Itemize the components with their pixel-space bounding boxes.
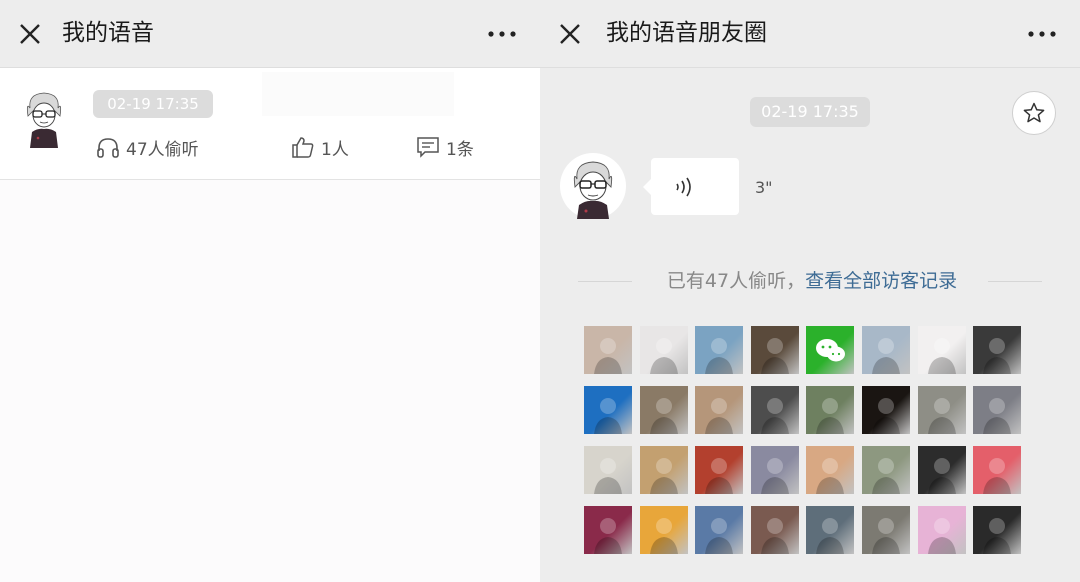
- visitor-avatar[interactable]: [862, 386, 910, 434]
- visitor-avatar[interactable]: [862, 326, 910, 374]
- header-bar: 我的语音朋友圈: [540, 0, 1080, 68]
- star-icon: [1023, 102, 1045, 123]
- listen-count[interactable]: 47人偷听: [96, 134, 199, 160]
- visitor-avatar[interactable]: [973, 506, 1021, 554]
- visitor-summary: 已有47人偷听，查看全部访客记录: [652, 268, 972, 294]
- visitor-avatar[interactable]: [751, 506, 799, 554]
- visitor-avatar[interactable]: [584, 446, 632, 494]
- view-all-visitors-link[interactable]: 查看全部访客记录: [805, 270, 957, 292]
- page-title: 我的语音朋友圈: [606, 20, 767, 46]
- close-icon[interactable]: [16, 20, 44, 48]
- comment-count-label: 1条: [446, 139, 474, 160]
- visitor-avatar[interactable]: [918, 386, 966, 434]
- more-icon[interactable]: [486, 24, 518, 44]
- my-voice-panel: 我的语音 02-19 17:35 47人偷听 1人 1条: [0, 0, 540, 582]
- avatar[interactable]: [18, 88, 70, 148]
- post-timestamp: 02-19 17:35: [93, 90, 213, 118]
- header-bar: 我的语音: [0, 0, 540, 68]
- visitor-avatar[interactable]: [584, 506, 632, 554]
- visitor-avatar[interactable]: [751, 386, 799, 434]
- post-timestamp: 02-19 17:35: [750, 97, 870, 127]
- more-icon[interactable]: [1026, 24, 1058, 44]
- voice-moments-panel: 我的语音朋友圈 02-19 17:35 3" 已有47人偷听，查看全部访客记录: [540, 0, 1080, 582]
- visitor-avatar[interactable]: [584, 326, 632, 374]
- visitor-avatar[interactable]: [640, 446, 688, 494]
- visitor-avatar[interactable]: [806, 446, 854, 494]
- visitor-avatar[interactable]: [806, 386, 854, 434]
- page-title: 我的语音: [62, 20, 154, 46]
- visitor-avatar[interactable]: [584, 386, 632, 434]
- listen-count-label: 47人偷听: [126, 139, 199, 160]
- visitor-avatar-grid: [584, 326, 1024, 556]
- visitor-avatar[interactable]: [751, 326, 799, 374]
- voice-duration: 3": [755, 178, 773, 197]
- comment-icon: [417, 137, 439, 158]
- voice-message-bubble[interactable]: [643, 158, 739, 215]
- like-count-label: 1人: [321, 139, 349, 160]
- visitor-avatar[interactable]: [751, 446, 799, 494]
- comment-count[interactable]: 1条: [416, 134, 474, 160]
- visitor-avatar[interactable]: [862, 446, 910, 494]
- visitor-avatar[interactable]: [918, 446, 966, 494]
- like-count[interactable]: 1人: [291, 134, 349, 160]
- favorite-button[interactable]: [1012, 91, 1056, 135]
- visitor-avatar[interactable]: [640, 326, 688, 374]
- visitor-avatar[interactable]: [695, 446, 743, 494]
- avatar[interactable]: [560, 153, 626, 219]
- listen-count-text: 已有47人偷听，: [666, 270, 806, 292]
- visitor-avatar[interactable]: [695, 326, 743, 374]
- visitor-avatar[interactable]: [973, 326, 1021, 374]
- thumbs-up-icon: [292, 137, 314, 158]
- divider: [988, 281, 1042, 282]
- visitor-avatar[interactable]: [918, 326, 966, 374]
- visitor-avatar[interactable]: [973, 386, 1021, 434]
- visitor-avatar[interactable]: [806, 326, 854, 374]
- visitor-avatar[interactable]: [640, 506, 688, 554]
- visitor-avatar[interactable]: [695, 506, 743, 554]
- visitor-avatar[interactable]: [862, 506, 910, 554]
- visitor-avatar[interactable]: [640, 386, 688, 434]
- voice-post-card[interactable]: 02-19 17:35 47人偷听 1人 1条: [0, 68, 540, 180]
- close-icon[interactable]: [556, 20, 584, 48]
- visitor-avatar[interactable]: [806, 506, 854, 554]
- divider: [578, 281, 632, 282]
- visitor-avatar[interactable]: [695, 386, 743, 434]
- headphones-icon: [97, 138, 119, 158]
- visitor-avatar[interactable]: [918, 506, 966, 554]
- voice-wave-icon: [676, 177, 691, 197]
- text-placeholder-area: [262, 72, 454, 116]
- visitor-avatar[interactable]: [973, 446, 1021, 494]
